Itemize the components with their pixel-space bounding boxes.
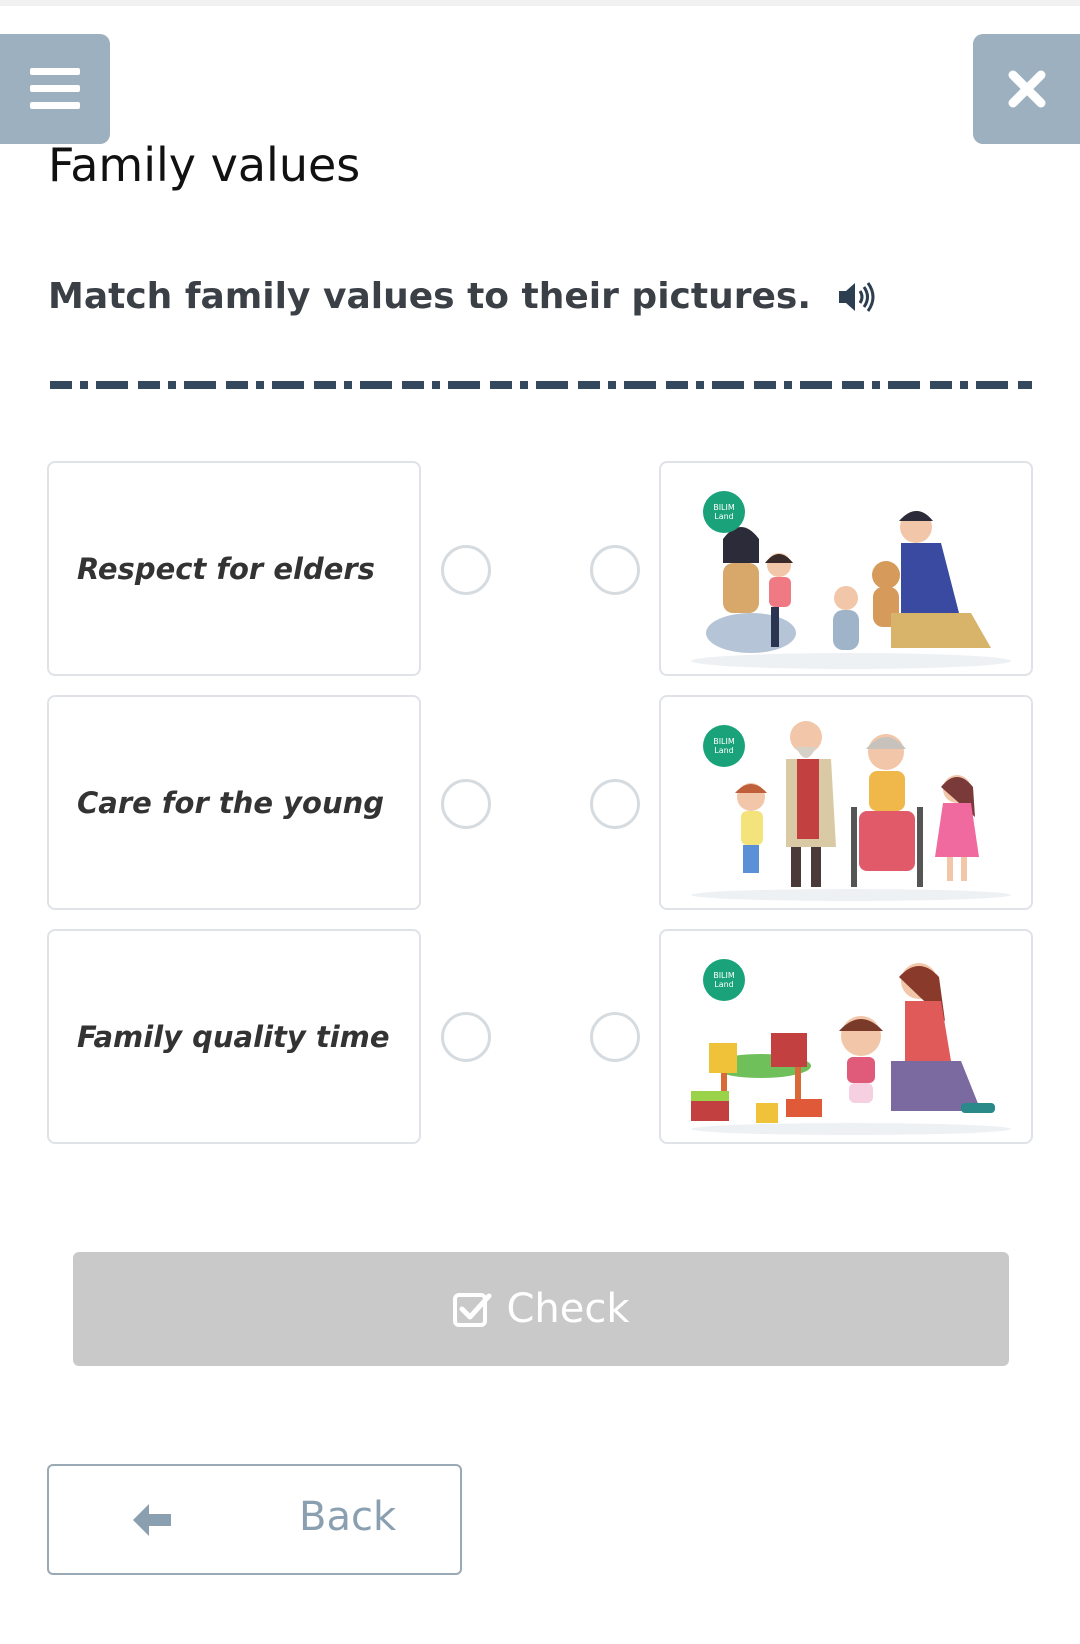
check-button[interactable]: Check	[73, 1252, 1009, 1366]
check-button-label: Check	[506, 1286, 630, 1332]
match-item-label: Care for the young	[77, 785, 385, 820]
top-shadow	[0, 0, 1080, 6]
match-item-care-for-the-young[interactable]: Care for the young	[47, 695, 421, 910]
match-item-respect-for-elders[interactable]: Respect for elders	[47, 461, 421, 676]
dashed-divider	[50, 381, 1032, 389]
close-x-icon	[1008, 70, 1045, 108]
right-radio-2[interactable]	[590, 779, 640, 829]
match-item-family-quality-time[interactable]: Family quality time	[47, 929, 421, 1144]
back-button[interactable]: Back	[47, 1464, 462, 1575]
left-radio-1[interactable]	[441, 545, 491, 595]
close-button[interactable]	[973, 34, 1080, 144]
picture-card-1[interactable]: BILIM Land	[659, 461, 1033, 676]
bilim-land-badge: BILIM Land	[703, 959, 745, 1001]
left-radio-3[interactable]	[441, 1012, 491, 1062]
hamburger-menu-icon	[30, 68, 80, 109]
page-title: Family values	[48, 138, 361, 192]
bilim-land-badge: BILIM Land	[703, 725, 745, 767]
arrow-left-icon	[133, 1504, 171, 1536]
back-button-label: Back	[299, 1494, 397, 1540]
left-radio-2[interactable]	[441, 779, 491, 829]
right-radio-3[interactable]	[590, 1012, 640, 1062]
match-item-label: Family quality time	[77, 1019, 390, 1054]
bilim-land-badge: BILIM Land	[703, 491, 745, 533]
checkbox-icon	[453, 1293, 492, 1327]
right-radio-1[interactable]	[590, 545, 640, 595]
picture-card-3[interactable]: BILIM Land	[659, 929, 1033, 1144]
picture-card-2[interactable]: BILIM Land	[659, 695, 1033, 910]
menu-button[interactable]	[0, 34, 110, 144]
match-item-label: Respect for elders	[77, 551, 375, 586]
speaker-icon[interactable]	[837, 280, 877, 314]
instruction-text: Match family values to their pictures.	[48, 276, 811, 317]
instruction-row: Match family values to their pictures.	[48, 276, 877, 317]
